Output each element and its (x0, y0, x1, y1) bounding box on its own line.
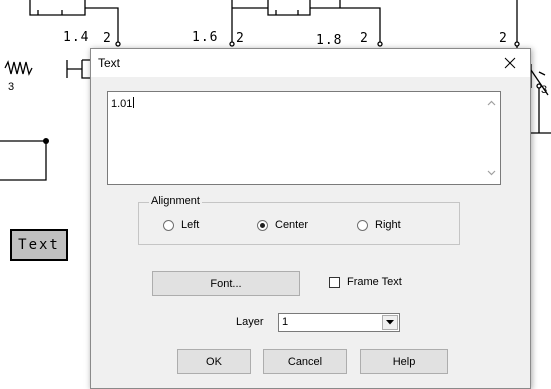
layer-select[interactable]: 1 (278, 313, 400, 332)
radio-left[interactable]: Left (163, 219, 199, 231)
chevron-down-icon (386, 320, 394, 325)
radio-right[interactable]: Right (357, 219, 401, 231)
port-label: 3 (541, 84, 548, 96)
alignment-group: Alignment Left Center Right (138, 195, 460, 245)
alignment-legend: Alignment (149, 195, 202, 207)
frame-text-checkbox[interactable]: Frame Text (329, 276, 402, 288)
text-tool-button[interactable]: Text (10, 229, 68, 261)
radio-left-label: Left (181, 219, 200, 231)
text-caret (133, 97, 135, 108)
close-button[interactable] (490, 49, 530, 77)
port-label: 2 (236, 31, 245, 46)
frame-text-checkbox-box (329, 276, 340, 288)
node-label: 1.8 (316, 33, 343, 48)
text-dialog: Text 1.01 Alignment Left Center Right Fo… (90, 48, 531, 389)
radio-right-indicator (357, 219, 368, 231)
cancel-button[interactable]: Cancel (263, 349, 347, 374)
title-bar[interactable]: Text (91, 49, 530, 77)
help-button[interactable]: Help (360, 349, 448, 374)
font-button[interactable]: Font... (152, 271, 300, 296)
layer-label: Layer (236, 316, 264, 328)
layer-dropdown-button[interactable] (382, 315, 398, 330)
close-icon (504, 57, 516, 69)
text-value-wrapper: 1.01 (111, 97, 135, 110)
port-label: 3 (8, 81, 15, 93)
port-label: 2 (360, 31, 369, 46)
radio-center-label: Center (275, 219, 309, 231)
ok-button[interactable]: OK (177, 349, 251, 374)
frame-text-label: Frame Text (347, 276, 402, 288)
dialog-title: Text (98, 56, 121, 70)
radio-center[interactable]: Center (257, 219, 308, 231)
port-label: 2 (499, 31, 508, 46)
text-input-area[interactable]: 1.01 (107, 91, 501, 185)
node-label: 1.6 (192, 30, 219, 45)
layer-value: 1 (282, 316, 289, 328)
vertical-scrollbar[interactable] (483, 92, 500, 184)
radio-center-indicator (257, 219, 268, 231)
radio-right-label: Right (375, 219, 401, 231)
scroll-down-icon[interactable] (487, 170, 496, 176)
port-label: 2 (103, 31, 112, 46)
scroll-up-icon[interactable] (487, 100, 496, 106)
text-value: 1.01 (111, 98, 133, 110)
radio-left-indicator (163, 219, 174, 231)
node-label: 1.4 (63, 30, 90, 45)
